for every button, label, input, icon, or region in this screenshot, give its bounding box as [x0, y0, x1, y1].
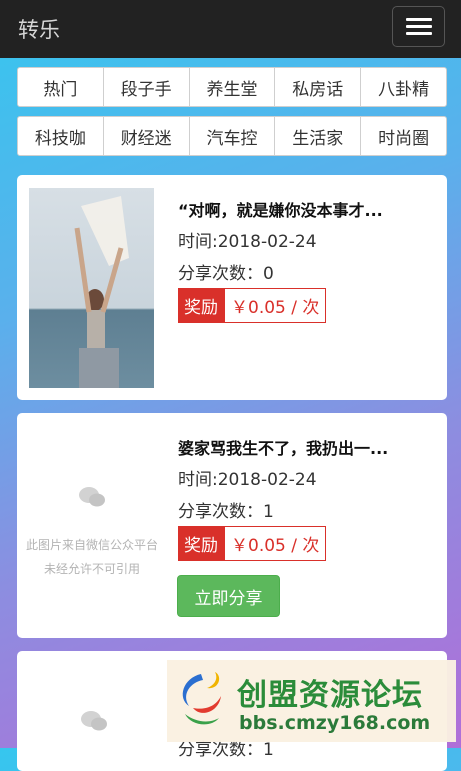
category-health[interactable]: 养生堂: [188, 67, 276, 107]
article-card[interactable]: “对啊，就是嫌你没本事才... 时间:2018-02-24 分享次数：0 奖励 …: [17, 175, 447, 400]
wechat-icon: [81, 711, 107, 731]
menu-toggle-button[interactable]: [392, 6, 445, 47]
reward-amount: ￥0.05 / 次: [224, 288, 327, 323]
article-time: 时间:2018-02-24: [178, 470, 317, 490]
category-row-1: 热门 段子手 养生堂 私房话 八卦精: [17, 67, 447, 107]
placeholder-text-1: 此图片来自微信公众平台: [25, 538, 158, 552]
article-title[interactable]: “对啊，就是嫌你没本事才...: [178, 197, 383, 221]
reward-label: 奖励: [178, 526, 224, 561]
hamburger-icon: [406, 18, 432, 21]
watermark-url: bbs.cmzy168.com: [239, 712, 431, 734]
reward-amount: ￥0.05 / 次: [224, 526, 327, 561]
watermark-banner: 创盟资源论坛 bbs.cmzy168.com: [167, 660, 456, 742]
article-card[interactable]: 此图片来自微信公众平台 未经允许不可引用 婆家骂我生不了，我扔出一... 时间:…: [17, 413, 447, 638]
category-private-talk[interactable]: 私房话: [274, 67, 362, 107]
forum-logo-icon: [182, 672, 221, 725]
category-gossip[interactable]: 八卦精: [360, 67, 447, 107]
placeholder-text-2: 未经允许不可引用: [43, 562, 140, 576]
article-title[interactable]: 婆家骂我生不了，我扔出一...: [178, 435, 388, 459]
article-thumbnail[interactable]: [29, 188, 154, 388]
category-hot[interactable]: 热门: [17, 67, 104, 107]
app-title[interactable]: 转乐: [18, 14, 60, 44]
photo-image: [74, 196, 129, 388]
category-life[interactable]: 生活家: [274, 116, 362, 156]
reward-badge: 奖励 ￥0.05 / 次: [178, 526, 327, 561]
watermark-title: 创盟资源论坛: [237, 678, 423, 713]
image-placeholder: 此图片来自微信公众平台 未经允许不可引用: [17, 453, 167, 613]
category-finance[interactable]: 财经迷: [102, 116, 190, 156]
share-count: 分享次数：1: [178, 502, 274, 522]
article-time: 时间:2018-02-24: [178, 232, 317, 252]
category-jokes[interactable]: 段子手: [102, 67, 190, 107]
wechat-icon: [79, 487, 105, 507]
category-row-2: 科技咖 财经迷 汽车控 生活家 时尚圈: [17, 116, 447, 156]
share-now-button[interactable]: 立即分享: [177, 575, 280, 617]
category-tech[interactable]: 科技咖: [17, 116, 104, 156]
top-navbar: 转乐: [0, 0, 461, 58]
reward-label: 奖励: [178, 288, 224, 323]
share-count: 分享次数：0: [178, 264, 274, 284]
category-cars[interactable]: 汽车控: [188, 116, 276, 156]
reward-badge: 奖励 ￥0.05 / 次: [178, 288, 327, 323]
category-fashion[interactable]: 时尚圈: [360, 116, 447, 156]
